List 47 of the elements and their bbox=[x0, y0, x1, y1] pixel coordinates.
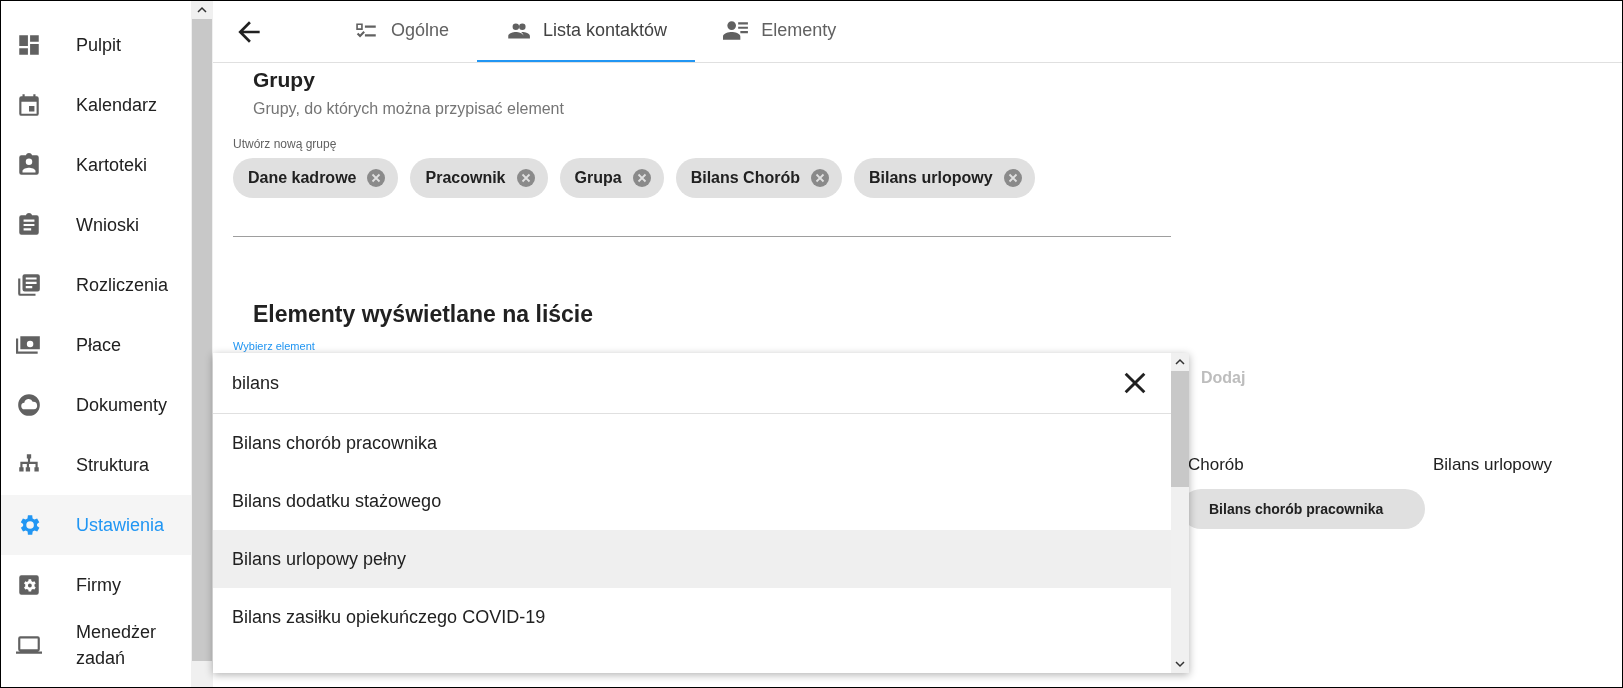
dropdown-option[interactable]: Bilans dodatku stażowego bbox=[213, 472, 1171, 530]
group-chip[interactable]: Bilans urlopowy bbox=[854, 158, 1035, 198]
remove-icon[interactable] bbox=[810, 168, 830, 188]
sidebar-item[interactable]: Dokumenty bbox=[1, 375, 191, 435]
scroll-down-icon[interactable] bbox=[1174, 659, 1186, 669]
badge-icon bbox=[16, 152, 42, 178]
remove-icon[interactable] bbox=[1002, 168, 1023, 188]
sidebar-item[interactable]: Firmy bbox=[1, 555, 191, 615]
field-label: Wybierz element bbox=[233, 340, 316, 353]
column-header: Bilans urlopowy bbox=[1433, 455, 1553, 475]
sidebar-item[interactable]: Menedżer zadań bbox=[1, 615, 191, 675]
sidebar-item[interactable]: Pulpit bbox=[1, 15, 191, 75]
group-chip[interactable]: Grupa bbox=[559, 158, 664, 198]
remove-icon[interactable] bbox=[631, 168, 652, 188]
section-title: Elementy wyświetlane na liście bbox=[253, 300, 595, 328]
group-chip[interactable]: Bilans Chorób bbox=[675, 158, 842, 198]
tab[interactable]: Elementy bbox=[695, 1, 865, 62]
scroll-up-icon[interactable] bbox=[196, 5, 208, 15]
dropdown-option[interactable]: Bilans chorób pracownika bbox=[213, 414, 1171, 472]
cloud-icon bbox=[16, 392, 42, 418]
calendar-icon bbox=[16, 92, 42, 118]
dropdown-option[interactable]: Bilans urlopowy pełny bbox=[213, 530, 1171, 588]
sidebar-item[interactable]: Płace bbox=[1, 315, 191, 375]
clipboard-icon bbox=[16, 212, 42, 238]
group-chip[interactable]: Pracownik bbox=[410, 158, 548, 198]
sidebar-item[interactable]: Struktura bbox=[1, 435, 191, 495]
remove-icon[interactable] bbox=[515, 168, 536, 188]
library-icon bbox=[16, 272, 42, 298]
sidebar-item[interactable]: Wnioski bbox=[1, 195, 191, 255]
scrollbar-thumb[interactable] bbox=[1171, 371, 1189, 487]
dropdown-option[interactable]: Bilans zasiłku opiekuńczego COVID-19 bbox=[213, 588, 1171, 646]
section-subtitle: Grupy, do których można przypisać element bbox=[253, 99, 565, 119]
sidebar-item[interactable]: Rozliczenia bbox=[1, 255, 191, 315]
dashboard-icon bbox=[16, 32, 42, 58]
field-label: Utwórz nową grupę bbox=[233, 137, 338, 151]
tab[interactable]: Ogólne bbox=[325, 1, 478, 62]
section-title: Grupy bbox=[253, 67, 316, 93]
scroll-up-icon[interactable] bbox=[1174, 357, 1186, 367]
tab[interactable]: Lista kontaktów bbox=[477, 1, 696, 62]
column-header: Chorób bbox=[1188, 455, 1245, 475]
sidebar-item[interactable]: Kalendarz bbox=[1, 75, 191, 135]
sidebar-item[interactable]: Kartoteki bbox=[1, 135, 191, 195]
group-chip[interactable]: Dane kadrowe bbox=[233, 158, 399, 198]
remove-icon[interactable] bbox=[366, 168, 387, 188]
scrollbar[interactable] bbox=[1171, 353, 1189, 673]
gearbox-icon bbox=[16, 572, 42, 598]
search-field[interactable]: bilans bbox=[232, 372, 1115, 394]
